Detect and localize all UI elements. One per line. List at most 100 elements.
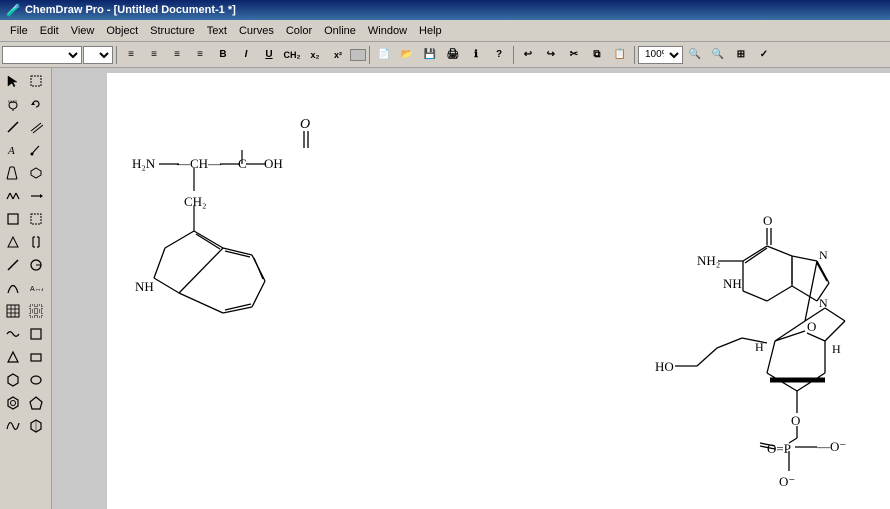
rect-tool[interactable]: [2, 208, 24, 230]
menu-view[interactable]: View: [65, 23, 101, 39]
undo-btn[interactable]: ↩: [517, 45, 539, 65]
align-center-btn[interactable]: ≡: [143, 45, 165, 65]
zoom-in-btn[interactable]: 🔍: [684, 45, 706, 65]
select3-tool[interactable]: [25, 162, 47, 184]
dotgrid-tool[interactable]: [25, 300, 47, 322]
svg-text:N: N: [807, 227, 816, 241]
cyclopentane-tool[interactable]: [25, 392, 47, 414]
bond-diagonal-tool[interactable]: [2, 254, 24, 276]
benzene-tool[interactable]: [2, 392, 24, 414]
redo-btn[interactable]: ↪: [540, 45, 562, 65]
sub2-btn[interactable]: x₂: [304, 45, 326, 65]
triangle-tool[interactable]: [2, 346, 24, 368]
grid-tool[interactable]: [2, 300, 24, 322]
svg-text:O: O: [773, 412, 782, 426]
italic-btn[interactable]: I: [235, 45, 257, 65]
canvas-area[interactable]: H₂N —CH— C O OH CH₂ NH: [52, 68, 890, 509]
paste-btn[interactable]: 📋: [609, 45, 631, 65]
subscript-btn[interactable]: CH₂: [281, 45, 303, 65]
svg-text:A: A: [7, 145, 15, 157]
resize-tool[interactable]: A↔A: [25, 277, 47, 299]
hexagon2-tool[interactable]: [25, 415, 47, 437]
rotate-tool[interactable]: [25, 93, 47, 115]
svg-text:H₂N: H₂N: [122, 169, 146, 184]
svg-text:H: H: [830, 342, 839, 356]
menu-file[interactable]: File: [4, 23, 34, 39]
menu-color[interactable]: Color: [280, 23, 318, 39]
svg-text:N: N: [860, 310, 869, 324]
size-select[interactable]: [83, 46, 113, 64]
info-btn[interactable]: ℹ: [465, 45, 487, 65]
app-icon: 🧪: [6, 3, 21, 17]
font-select[interactable]: [2, 46, 82, 64]
zoom-select[interactable]: 100% 50% 75% 150% 200%: [638, 46, 683, 64]
separator-1: [116, 46, 117, 64]
color-box-btn[interactable]: [350, 49, 366, 61]
save-btn[interactable]: 💾: [419, 45, 441, 65]
menu-structure[interactable]: Structure: [144, 23, 201, 39]
check-btn[interactable]: ✓: [753, 45, 775, 65]
underline-btn[interactable]: U: [258, 45, 280, 65]
svg-text:C: C: [525, 181, 534, 196]
dot-rect-tool[interactable]: [25, 208, 47, 230]
copy-btn[interactable]: ⧉: [586, 45, 608, 65]
menu-edit[interactable]: Edit: [34, 23, 65, 39]
arrow-tool[interactable]: [25, 185, 47, 207]
select2-tool[interactable]: [25, 70, 47, 92]
ellipse-tool[interactable]: [25, 369, 47, 391]
svg-text:O: O: [792, 179, 801, 194]
svg-text:NH₂: NH₂: [707, 261, 730, 276]
menu-online[interactable]: Online: [318, 23, 362, 39]
svg-text:NH: NH: [159, 309, 178, 324]
open-btn[interactable]: 📂: [396, 45, 418, 65]
main-toolbar: ≡ ≡ ≡ ≡ B I U CH₂ x₂ x² 📄 📂 💾 🖨 ℹ ? ↩ ↪ …: [0, 42, 890, 68]
lasso-tool[interactable]: NMR: [2, 93, 24, 115]
help-btn[interactable]: ?: [488, 45, 510, 65]
menu-object[interactable]: Object: [100, 23, 144, 39]
title-text: ChemDraw Pro - [Untitled Document-1 *]: [25, 4, 236, 16]
curve-tool[interactable]: [2, 277, 24, 299]
circle-tool[interactable]: [25, 254, 47, 276]
left-toolbar: NMR A: [0, 68, 52, 509]
svg-text:A↔A: A↔A: [30, 286, 43, 293]
menu-help[interactable]: Help: [413, 23, 448, 39]
rect2-tool[interactable]: [25, 346, 47, 368]
bond-tool[interactable]: [2, 116, 24, 138]
sine-tool[interactable]: [2, 415, 24, 437]
svg-text:CH₂: CH₂: [485, 213, 508, 228]
wave-tool[interactable]: [2, 323, 24, 345]
bracket-tool[interactable]: [25, 231, 47, 253]
square-tool[interactable]: [25, 323, 47, 345]
select-tool[interactable]: [2, 70, 24, 92]
align-left-btn[interactable]: ≡: [120, 45, 142, 65]
svg-text:O: O: [807, 321, 816, 336]
text-tool[interactable]: A: [2, 139, 24, 161]
justify-btn[interactable]: ≡: [189, 45, 211, 65]
eraser-tool[interactable]: [2, 162, 24, 184]
menu-text[interactable]: Text: [201, 23, 233, 39]
zoom-out-btn[interactable]: 🔍: [707, 45, 729, 65]
align-right-btn[interactable]: ≡: [166, 45, 188, 65]
chain-tool[interactable]: [2, 185, 24, 207]
svg-text:OH: OH: [552, 181, 571, 196]
formula-svg: H₂N —CH— C O OH CH₂ NH: [107, 73, 890, 509]
hexring-tool[interactable]: [2, 369, 24, 391]
separator-4: [634, 46, 635, 64]
menu-window[interactable]: Window: [362, 23, 413, 39]
fit-btn[interactable]: ⊞: [730, 45, 752, 65]
wedge-tool[interactable]: [2, 231, 24, 253]
menu-curves[interactable]: Curves: [233, 23, 280, 39]
svg-text:OH: OH: [280, 169, 299, 184]
pen-tool[interactable]: [25, 139, 47, 161]
sup-btn[interactable]: x²: [327, 45, 349, 65]
bold-btn[interactable]: B: [212, 45, 234, 65]
cut-btn[interactable]: ✂: [563, 45, 585, 65]
main-area: NMR A: [0, 68, 890, 509]
svg-text:C: C: [247, 169, 256, 184]
svg-text:NH: NH: [432, 291, 451, 306]
double-bond-tool[interactable]: [25, 116, 47, 138]
new-btn[interactable]: 📄: [373, 45, 395, 65]
svg-text:NH: NH: [795, 282, 813, 296]
svg-text:H₂N: H₂N: [437, 181, 461, 196]
print-btn[interactable]: 🖨: [442, 45, 464, 65]
